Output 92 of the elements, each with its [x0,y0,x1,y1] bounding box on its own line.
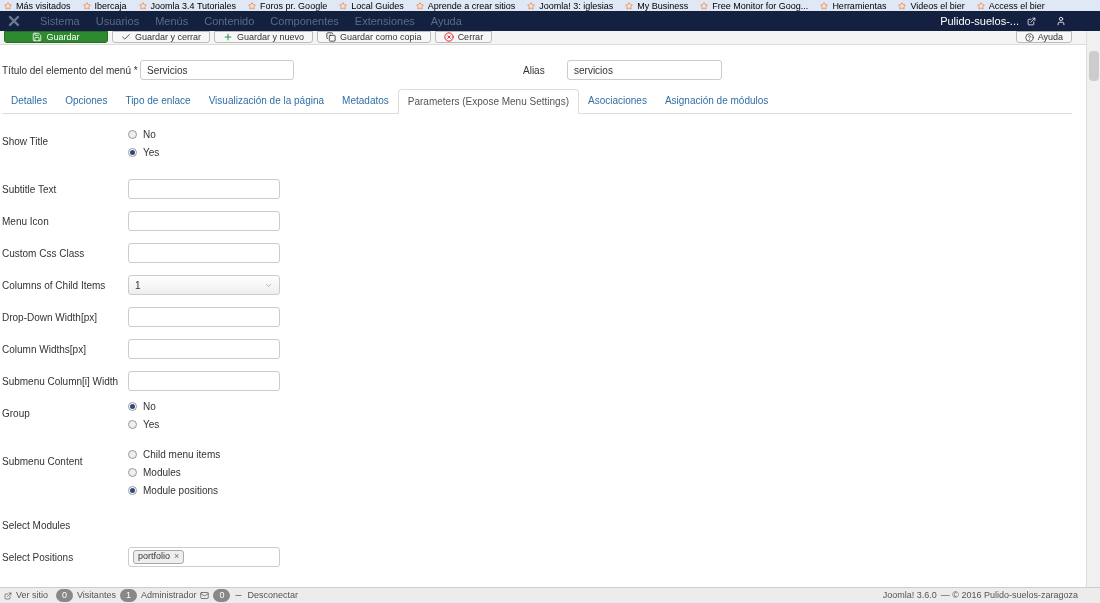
star-icon [820,2,829,10]
tab[interactable]: Tipo de enlace [116,88,200,113]
save-icon [32,32,43,42]
text-input[interactable] [128,211,280,231]
field-label: Subtitle Text [2,183,58,197]
count-badge: 0 [213,588,231,603]
radio-option[interactable]: Module positions [128,483,221,498]
copyright-text: — © 2016 Pulido-suelos-zaragoza [940,588,1078,602]
tab[interactable]: Visualización de la página [199,88,334,113]
tab[interactable]: Opciones [56,88,117,113]
field-label: Submenu Column[i] Width [2,375,120,389]
star-icon [339,2,348,10]
logout-link[interactable]: Desconectar [247,588,298,603]
help-icon [1024,32,1034,42]
joomla-logo-icon[interactable] [8,15,20,27]
bookmark-link[interactable]: Foros pr. Google [248,1,328,11]
bookmark-link[interactable]: Aprende a crear sitios [415,1,516,11]
tab[interactable]: Asociaciones [579,88,656,113]
mail-icon [200,591,210,600]
toolbar-button[interactable]: Guardar [4,31,108,43]
star-icon [700,2,709,10]
user-icon[interactable] [1056,16,1066,26]
bookmark-link[interactable]: Joomla 3.4 Tutoriales [138,1,237,11]
star-icon [625,2,634,10]
radio-option[interactable]: Modules [128,465,221,480]
check-icon [121,32,131,42]
tab[interactable]: Detalles [2,88,57,113]
text-input[interactable] [128,339,280,359]
title-input[interactable]: Servicios [140,60,294,80]
radio-option[interactable]: No [128,399,160,414]
site-link[interactable]: Pulido-suelos-... [940,12,1019,30]
field-label: Menu Icon [2,215,50,229]
tab[interactable]: Metadatos [333,88,398,113]
field-label: Select Modules [2,519,72,533]
field-label: Submenu Content [2,455,84,469]
field-label: Título del elemento del menú * [2,63,139,78]
field-label: Select Positions [2,551,75,565]
bookmark-link[interactable]: Local Guides [339,1,404,11]
select-dropdown[interactable]: 1 [128,275,280,295]
tags-input[interactable]: portfolio × [128,547,280,567]
count-badge: 0 [56,588,74,603]
tab[interactable]: Parameters (Expose Menu Settings) [397,89,579,114]
view-site-link[interactable]: Ver sitio [16,588,48,603]
field-label: Drop-Down Width[px] [2,311,99,325]
radio-option[interactable]: Yes [128,145,160,160]
bookmark-link[interactable]: Free Monitor for Goog... [700,1,809,11]
field-label: Group [2,407,31,421]
external-link-icon[interactable] [1027,16,1036,26]
field-label: Alias [523,63,546,78]
radio-option[interactable]: Child menu items [128,447,221,462]
text-input[interactable] [128,371,280,391]
field-label: Custom Css Class [2,247,86,261]
star-icon [976,2,985,10]
bookmark-link[interactable]: Access el bier [976,1,1045,11]
help-button[interactable]: Ayuda [1015,31,1072,43]
admin-label: Administrador [140,588,197,602]
bookmark-link[interactable]: Herramientas [820,1,887,11]
version-text: Joomla! 3.6.0 [882,588,937,602]
bookmark-link[interactable]: My Business [625,1,689,11]
bookmark-link[interactable]: Videos el bier [898,1,965,11]
tab[interactable]: Asignación de módulos [655,88,778,113]
toolbar-button[interactable]: Guardar y cerrar [112,31,211,43]
star-icon [4,2,12,10]
field-label: Columns of Child Items [2,279,107,293]
tag-remove[interactable]: × [174,550,180,564]
toolbar-button[interactable]: Guardar y nuevo [214,31,314,43]
star-icon [527,2,536,10]
field-label: Column Widths[px] [2,343,87,357]
star-icon [898,2,907,10]
text-input[interactable] [128,307,280,327]
alias-input[interactable]: servicios [567,60,722,80]
plus-icon [223,32,234,42]
external-link-icon [4,591,12,600]
star-icon [82,2,91,10]
star-icon [248,2,257,10]
text-input[interactable] [128,179,280,199]
radio-option[interactable]: No [128,127,160,142]
visitors-label: Visitantes [77,588,116,602]
radio-option[interactable]: Yes [128,417,160,432]
field-label: Show Title [2,135,50,149]
bookmark-link[interactable]: Más visitados [4,1,71,11]
count-badge: 1 [119,588,137,603]
bookmark-link[interactable]: Joomla! 3: iglesias [527,1,614,11]
toolbar-button[interactable]: Cerrar [434,31,493,43]
close-icon [443,32,454,42]
copy-icon [326,32,337,42]
tag-label: portfolio [138,550,171,564]
text-input[interactable] [128,243,280,263]
toolbar-button[interactable]: Guardar como copia [317,31,431,43]
star-icon [138,2,147,10]
bookmark-link[interactable]: Ibercaja [82,1,127,11]
star-icon [415,2,424,10]
